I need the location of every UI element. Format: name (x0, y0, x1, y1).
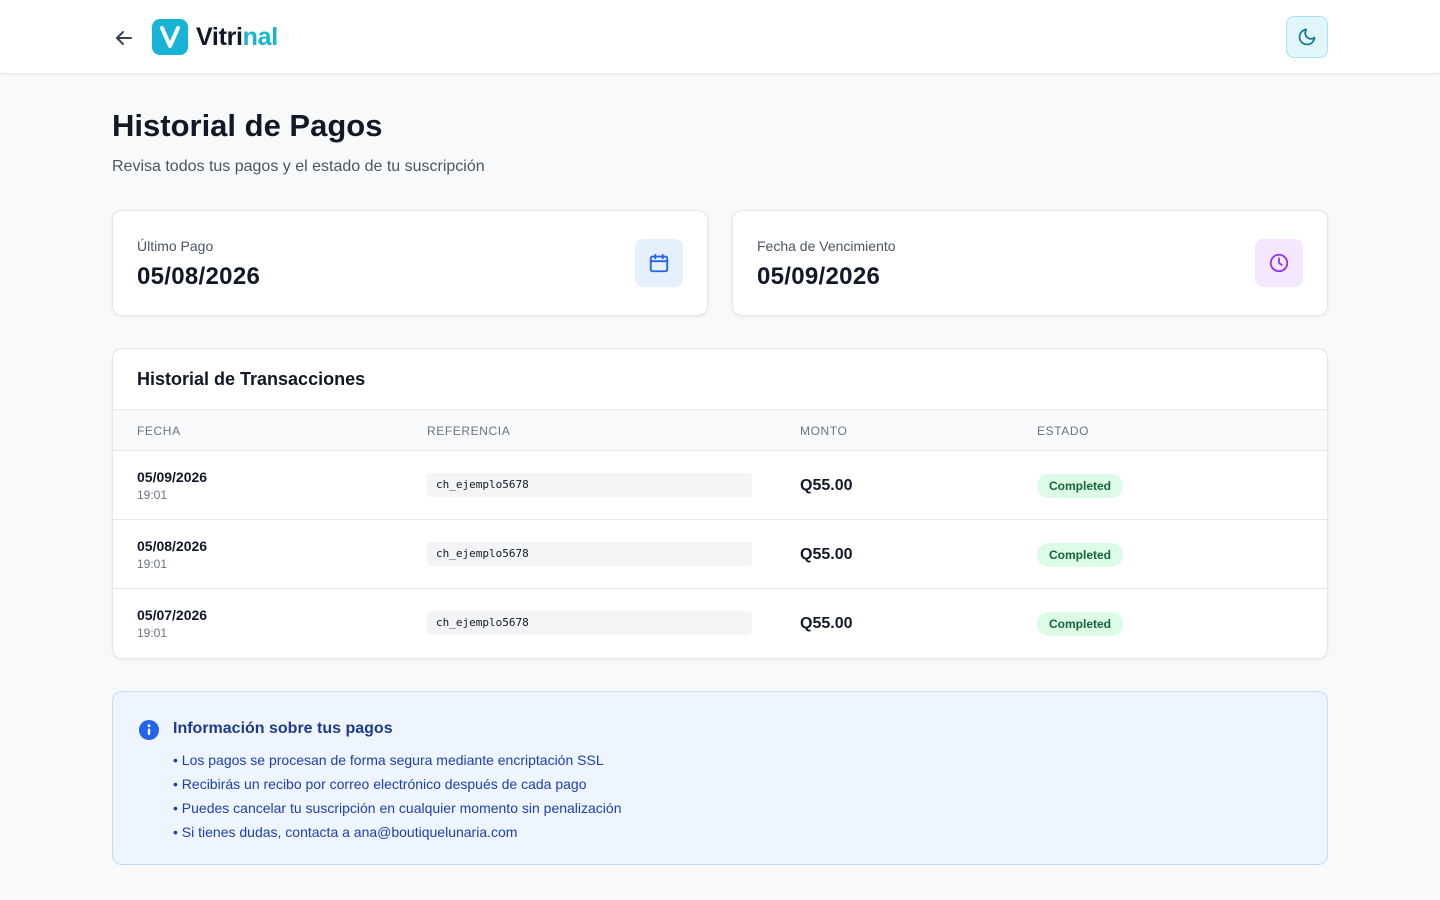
info-item: • Puedes cancelar tu suscripción en cual… (173, 800, 622, 816)
row-date: 05/09/2026 (137, 469, 208, 485)
due-date-card: Fecha de Vencimiento 05/09/2026 (732, 210, 1328, 316)
card-label: Último Pago (137, 238, 214, 254)
table-row: 05/08/2026 19:01 ch_ejemplo5678 Q55.00 C… (113, 520, 1327, 589)
row-time: 19:01 (137, 626, 168, 640)
column-header-date: FECHA (137, 424, 181, 438)
column-header-amount: MONTO (800, 424, 848, 438)
brand-name-part2: nal (242, 22, 279, 51)
transactions-title: Historial de Transacciones (113, 349, 1327, 410)
payment-info-box: Información sobre tus pagos • Los pagos … (112, 691, 1328, 865)
clock-icon (1255, 239, 1303, 287)
table-row: 05/09/2026 19:01 ch_ejemplo5678 Q55.00 C… (113, 451, 1327, 520)
info-item: • Los pagos se procesan de forma segura … (173, 752, 604, 768)
row-date: 05/07/2026 (137, 607, 208, 623)
column-header-reference: REFERENCIA (427, 424, 511, 438)
card-label: Fecha de Vencimiento (757, 238, 896, 254)
status-badge: Completed (1037, 474, 1124, 498)
brand-name-part1: Vitri (196, 22, 243, 51)
summary-cards: Último Pago 05/08/2026 Fecha de Vencimie… (112, 210, 1328, 316)
info-title: Información sobre tus pagos (173, 720, 393, 737)
row-date-cell: 05/07/2026 19:01 (137, 607, 207, 640)
back-button[interactable] (110, 24, 138, 52)
last-payment-card: Último Pago 05/08/2026 (112, 210, 708, 316)
card-value: 05/09/2026 (757, 263, 881, 290)
info-list: • Los pagos se procesan de forma segura … (173, 748, 1303, 844)
column-header-status: ESTADO (1037, 424, 1090, 438)
top-bar: Vitrinal (0, 0, 1440, 74)
info-item: • Si tienes dudas, contacta a ana@boutiq… (173, 824, 518, 840)
calendar-icon (635, 239, 683, 287)
row-reference[interactable]: ch_ejemplo5678 (427, 611, 752, 635)
arrow-left-icon (116, 31, 132, 45)
info-item: • Recibirás un recibo por correo electró… (173, 776, 587, 792)
row-date-cell: 05/08/2026 19:01 (137, 538, 207, 571)
row-date: 05/08/2026 (137, 538, 208, 554)
moon-icon (1298, 28, 1316, 46)
page-title: Historial de Pagos (112, 108, 383, 143)
theme-toggle-button[interactable] (1286, 16, 1328, 58)
main-content: Historial de Pagos Revisa todos tus pago… (112, 74, 1328, 865)
status-badge: Completed (1037, 543, 1124, 567)
row-amount: Q55.00 (800, 546, 853, 563)
row-date-cell: 05/09/2026 19:01 (137, 469, 207, 502)
status-badge: Completed (1037, 612, 1124, 636)
row-time: 19:01 (137, 488, 168, 502)
card-value: 05/08/2026 (137, 263, 261, 290)
table-header: FECHA REFERENCIA MONTO ESTADO (113, 410, 1327, 451)
brand-name: Vitrinal (196, 23, 278, 52)
row-time: 19:01 (137, 557, 168, 571)
row-amount: Q55.00 (800, 615, 853, 632)
logo-mark-icon (152, 19, 188, 55)
table-row: 05/07/2026 19:01 ch_ejemplo5678 Q55.00 C… (113, 589, 1327, 658)
row-reference[interactable]: ch_ejemplo5678 (427, 542, 752, 566)
row-amount: Q55.00 (800, 477, 853, 494)
info-icon (139, 720, 159, 740)
row-reference[interactable]: ch_ejemplo5678 (427, 473, 752, 497)
page-subtitle: Revisa todos tus pagos y el estado de tu… (112, 158, 485, 175)
brand-logo[interactable]: Vitrinal (152, 19, 278, 55)
transactions-panel: Historial de Transacciones FECHA REFEREN… (112, 348, 1328, 659)
